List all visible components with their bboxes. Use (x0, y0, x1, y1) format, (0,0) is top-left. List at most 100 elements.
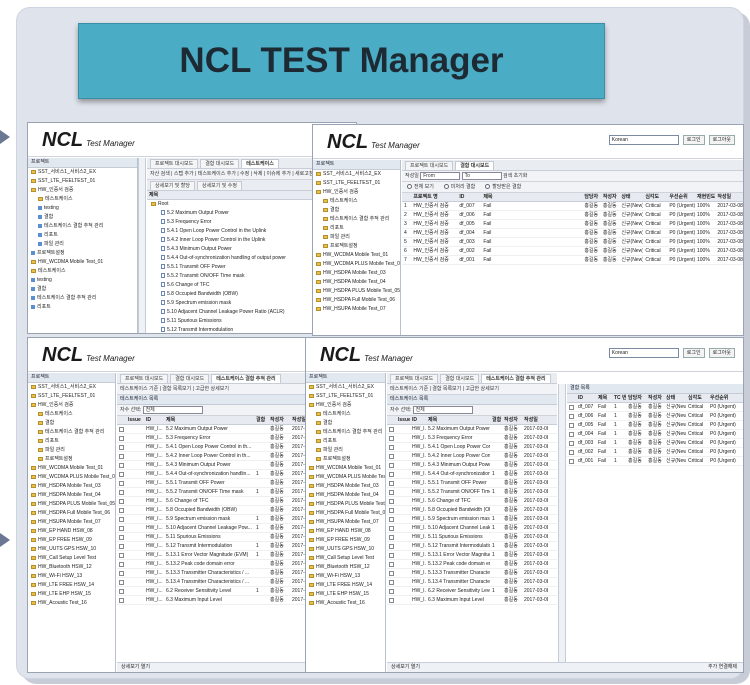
tree-item[interactable]: HW_HSUPA Mobile Test_07 (28, 518, 115, 527)
tree-item[interactable]: 리포트 (28, 231, 137, 240)
tree-item[interactable]: 프로젝트설정 (28, 455, 115, 464)
row-checkbox[interactable] (389, 598, 394, 603)
tree-item[interactable]: HW_HSDPA Full Mobile Test_06 (28, 509, 115, 518)
row-checkbox[interactable] (119, 508, 124, 513)
tree-item[interactable]: 테스트케이스 (28, 195, 137, 204)
tab[interactable]: 결함 대시보드 (440, 374, 480, 383)
row-checkbox[interactable] (569, 414, 574, 419)
tree-item[interactable]: HW_WCDMA PLUS Mobile Test_02 (28, 473, 115, 482)
tree-item[interactable]: HW_HSDPA Full Mobile Test_06 (306, 509, 385, 518)
row-checkbox[interactable] (119, 562, 124, 567)
table-row[interactable]: 4 HW_인증서 검증 df_004 Fail 홍길동 홍길동 신규(New) Critica… (402, 229, 743, 238)
tree-item[interactable]: 결함 (28, 213, 137, 222)
row-checkbox[interactable] (389, 463, 394, 468)
tree-item[interactable]: HW_WCDMA Mobile Test_01 (306, 464, 385, 473)
table-row[interactable]: 5 HW_인증서 검증 df_003 Fail 홍길동 홍길동 신규(New) Critica… (402, 238, 743, 247)
table-row[interactable]: df_003 Fail 1 홍길동 홍길동 신규(New)Critical P0 (Urge… (567, 439, 743, 448)
table-row[interactable]: df_002 Fail 1 홍길동 홍길동 신규(New)Critical P0 (Urge… (567, 448, 743, 457)
table-row[interactable]: HW_I...5.13.3 Transmitter Characteristic… (387, 569, 557, 578)
tree-item[interactable]: HW_Acoustic Test_16 (28, 599, 115, 608)
table-row[interactable]: 2 HW_인증서 검증 df_006 Fail 홍길동 홍길동 신규(New) Critica… (402, 211, 743, 220)
tree-item[interactable]: 결함 (313, 206, 400, 215)
footer-right[interactable]: 추가 연결해제 (708, 663, 737, 672)
logout-button[interactable]: 로그아웃 (708, 135, 735, 145)
table-row[interactable]: HW_I...5.13.4 Transmitter Characteristic… (387, 578, 557, 587)
row-checkbox[interactable] (119, 517, 124, 522)
tree-item[interactable]: 결함 (28, 285, 137, 294)
date-to-input[interactable]: To (461, 171, 502, 180)
tree-item[interactable]: 결함 (306, 419, 385, 428)
tree-item[interactable]: HW_인증서 검증 (28, 401, 115, 410)
tab[interactable]: 상세보기 및 수정 (196, 181, 242, 190)
view-toolbar[interactable]: 테스트케이스 기준 | 결함 목록보기 | 고급한 상세보기 (387, 384, 557, 395)
row-checkbox[interactable] (119, 571, 124, 576)
table-row[interactable]: HW_I...5.4.3 Minimum Output Power 홍길동 2017… (387, 461, 557, 470)
tree-item[interactable]: HW_WCDMA Mobile Test_01 (28, 464, 115, 473)
language-select[interactable]: Korean (608, 348, 679, 358)
row-checkbox[interactable] (119, 553, 124, 558)
tree-item[interactable]: 파일 관리 (313, 233, 400, 242)
tree-item[interactable]: 테스트케이스 (28, 267, 137, 276)
tree-item[interactable]: 테스트케이스 결함 추적 관리 (28, 294, 137, 303)
tree-item[interactable]: HW_LTE EHP HSW_15 (306, 590, 385, 599)
footer-left[interactable]: 상세보기 열기 (391, 664, 420, 670)
tree-item[interactable]: 프로젝트설정 (28, 249, 137, 258)
row-checkbox[interactable] (119, 544, 124, 549)
footer-left[interactable]: 상세보기 열기 (121, 664, 150, 670)
reset-button[interactable]: 초기화 (514, 173, 528, 179)
table-row[interactable]: HW_I...5.12 Transmit Intermodulation1 홍길동… (387, 542, 557, 551)
row-checkbox[interactable] (389, 508, 394, 513)
tree-item[interactable]: HW_EP HAND HSW_08 (306, 527, 385, 536)
row-checkbox[interactable] (569, 432, 574, 437)
row-checkbox[interactable] (389, 553, 394, 558)
table-row[interactable]: HW_I...6.3 Maximum Input Level 홍길동 2017-03… (387, 596, 557, 605)
tree-item[interactable]: 프로젝트설정 (306, 455, 385, 464)
row-checkbox[interactable] (569, 441, 574, 446)
row-checkbox[interactable] (389, 544, 394, 549)
tree-item[interactable]: HW_WCDMA Mobile Test_01 (313, 251, 400, 260)
table-row[interactable]: 1 HW_인증서 검증 df_007 Fail 홍길동 홍길동 신규(New) Critica… (402, 202, 743, 211)
tab[interactable]: 상세보기 및 할당 (150, 181, 195, 190)
table-row[interactable]: 7 HW_인증서 검증 df_001 Fail 홍길동 홍길동 신규(New) Critica… (402, 256, 743, 265)
tree-item[interactable]: 프로젝트설정 (313, 242, 400, 251)
tree-item[interactable]: 파일 관리 (28, 446, 115, 455)
tree-item[interactable]: HW_LTE FREE HSW_14 (306, 581, 385, 590)
tree-item[interactable]: SST_서비스1_서비스2_EX (28, 383, 115, 392)
row-checkbox[interactable] (119, 535, 124, 540)
row-checkbox[interactable] (389, 526, 394, 531)
radio-button[interactable] (443, 184, 449, 190)
table-row[interactable]: 3 HW_인증서 검증 df_005 Fail 홍길동 홍길동 신규(New) Critica… (402, 220, 743, 229)
tree-item[interactable]: HW_LTE EHP HSW_15 (28, 590, 115, 599)
splitter[interactable] (138, 158, 146, 333)
tab[interactable]: 프로젝트 대시보드 (390, 374, 439, 383)
table-row[interactable]: HW_I...5.13.1 Error Vector Magnitude (EV… (387, 551, 557, 560)
tree-item[interactable]: HW_Wi-Fi HSW_13 (306, 572, 385, 581)
row-checkbox[interactable] (389, 436, 394, 441)
tree-item[interactable]: HW_UUTS GPS HSW_10 (306, 545, 385, 554)
tree-item[interactable]: 테스트케이스 결함 추적 관리 (306, 428, 385, 437)
tree-item[interactable]: 리포트 (28, 437, 115, 446)
tree-item[interactable]: HW_WCDMA PLUS Mobile Test_02 (306, 473, 385, 482)
row-checkbox[interactable] (119, 598, 124, 603)
row-checkbox[interactable] (389, 571, 394, 576)
tree-item[interactable]: HW_HSDPA PLUS Mobile Test_05 (306, 500, 385, 509)
tree-item[interactable]: HW_HSDPA Mobile Test_04 (28, 491, 115, 500)
tree-item[interactable]: HW_Call Setup Level Test (28, 554, 115, 563)
radio-button[interactable] (485, 184, 491, 190)
tab[interactable]: 결함 대시보드 (170, 374, 210, 383)
tree-item[interactable]: testing (28, 276, 137, 285)
tree-item[interactable]: HW_인증서 검증 (313, 188, 400, 197)
tree-item[interactable]: HW_인증서 검증 (28, 186, 137, 195)
table-row[interactable]: df_006 Fail 1 홍길동 홍길동 신규(New)Critical P0 (Urge… (567, 412, 743, 421)
login-button[interactable]: 로그인 (682, 135, 705, 145)
tree-item[interactable]: HW_HSDPA PLUS Mobile Test_05 (28, 500, 115, 509)
tree-item[interactable]: HW_Bluetooth HSW_12 (28, 563, 115, 572)
tree-item[interactable]: HW_HSDPA Full Mobile Test_06 (313, 296, 400, 305)
tree-item[interactable]: 파일 관리 (306, 446, 385, 455)
table-row[interactable]: df_004 Fail 1 홍길동 홍길동 신규(New)Critical P0 (Urge… (567, 430, 743, 439)
row-checkbox[interactable] (569, 450, 574, 455)
tree-item[interactable]: HW_LTE FREE HSW_14 (28, 581, 115, 590)
table-row[interactable]: HW_I...5.6 Change of TFC 홍길동 2017-03-08 (387, 497, 557, 506)
table-row[interactable]: df_007 Fail 1 홍길동 홍길동 신규(New)Critical P0 (Urge… (567, 403, 743, 412)
row-checkbox[interactable] (389, 562, 394, 567)
